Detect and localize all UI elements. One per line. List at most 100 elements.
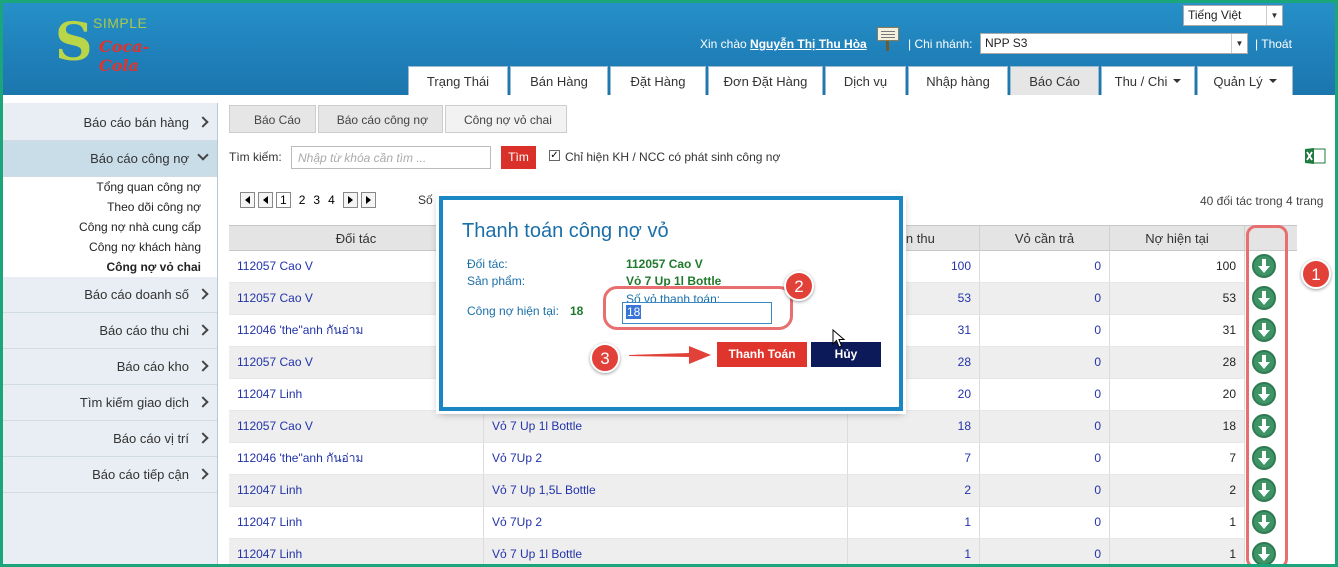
current-debt-cell: 18 <box>1110 411 1245 442</box>
main-nav: Trạng Thái Bán Hàng Đặt Hàng Đơn Đặt Hàn… <box>408 66 1295 95</box>
prev-page-button[interactable] <box>258 192 273 208</box>
payable-cell: 0 <box>980 443 1110 474</box>
sidebar-item-bao-cao-cong-no[interactable]: Báo cáo công nợ <box>3 141 217 177</box>
tab-ban-hang[interactable]: Bán Hàng <box>510 66 608 95</box>
branch-select[interactable]: NPP S3 ▼ <box>980 33 1248 54</box>
sidebar-item-label: Báo cáo công nợ <box>90 151 189 166</box>
sidebar-submenu: Tổng quan công nợ Theo dõi công nợ Công … <box>3 177 217 277</box>
sidebar-subitem-nha-cung-cap[interactable]: Công nợ nhà cung cấp <box>3 217 217 237</box>
receivable-cell: 1 <box>848 539 980 564</box>
logout-link[interactable]: | Thoát <box>1255 37 1292 51</box>
page-number[interactable]: 4 <box>328 193 335 207</box>
mouse-cursor-icon <box>832 329 846 348</box>
partner-cell[interactable]: 112047 Linh <box>229 539 484 564</box>
product-cell[interactable]: Vỏ 7 Up 1l Bottle <box>484 539 848 564</box>
annotation-highlight-input <box>603 286 793 330</box>
current-debt-cell: 1 <box>1110 507 1245 538</box>
table-row: 112057 Cao V Vỏ 7 Up 1l Bottle 18 0 18 <box>229 411 1245 443</box>
partner-cell[interactable]: 112047 Linh <box>229 507 484 538</box>
product-cell[interactable]: Vỏ 7Up 2 <box>484 507 848 538</box>
tab-label: Bán Hàng <box>530 73 588 89</box>
tab-don-dat-hang[interactable]: Đơn Đặt Hàng <box>708 66 823 95</box>
sidebar-item-tiep-can[interactable]: Báo cáo tiếp cận <box>3 457 217 493</box>
search-input[interactable]: Nhập từ khóa cần tìm ... <box>291 146 491 169</box>
filter-checkbox[interactable]: ✓ <box>549 150 560 161</box>
annotation-badge-1: 1 <box>1301 259 1331 289</box>
caret-down-icon <box>1268 79 1277 83</box>
sidebar-subitem-khach-hang[interactable]: Công nợ khách hàng <box>3 237 217 257</box>
partner-cell[interactable]: 112046 'the"anh กันอ่าม <box>229 443 484 474</box>
page-number[interactable]: 1 <box>276 192 291 208</box>
pay-button[interactable]: Thanh Toán <box>717 342 807 367</box>
column-header: Nợ hiện tại <box>1110 226 1245 251</box>
current-debt-cell: 7 <box>1110 443 1245 474</box>
sidebar-subitem-vo-chai[interactable]: Công nợ vỏ chai <box>3 257 217 277</box>
chevron-right-icon <box>197 116 209 128</box>
payable-cell: 0 <box>980 315 1110 346</box>
product-cell[interactable]: Vỏ 7 Up 1,5L Bottle <box>484 475 848 506</box>
tab-bao-cao[interactable]: Báo Cáo <box>1010 66 1099 95</box>
sidebar-subitem-theo-doi[interactable]: Theo dõi công nợ <box>3 197 217 217</box>
search-label: Tìm kiếm: <box>229 150 282 164</box>
sidebar-subitem-tong-quan[interactable]: Tổng quan công nợ <box>3 177 217 197</box>
partner-value: 112057 Cao V <box>626 257 703 271</box>
tab-thu-chi[interactable]: Thu / Chi <box>1101 66 1195 95</box>
simple-coca-cola-logo[interactable]: S SIMPLE Coca-Cola <box>41 11 151 75</box>
caret-down-icon <box>1173 79 1182 83</box>
sidebar: Báo cáo bán hàng Báo cáo công nợ Tổng qu… <box>3 103 218 564</box>
logo-s-mark: S <box>55 12 93 73</box>
greeting: Xin chào Nguyễn Thị Thu Hòa <box>700 37 867 51</box>
chevron-right-icon <box>197 468 209 480</box>
sidebar-item-label: Báo cáo kho <box>116 359 189 374</box>
first-page-button[interactable] <box>240 192 255 208</box>
table-row: 112047 Linh Vỏ 7 Up 1l Bottle 1 0 1 <box>229 539 1245 564</box>
product-cell[interactable]: Vỏ 7 Up 1l Bottle <box>484 411 848 442</box>
sidebar-item-kho[interactable]: Báo cáo kho <box>3 349 217 385</box>
search-button[interactable]: Tìm <box>501 146 536 169</box>
logo-simple-text: SIMPLE <box>93 15 148 31</box>
current-debt-value: 18 <box>570 304 584 318</box>
payable-cell: 0 <box>980 283 1110 314</box>
current-debt-cell: 1 <box>1110 539 1245 564</box>
product-cell[interactable]: Vỏ 7Up 2 <box>484 443 848 474</box>
chevron-right-icon <box>197 432 209 444</box>
tab-dich-vu[interactable]: Dịch vụ <box>825 66 906 95</box>
sidebar-item-tim-kiem-giao-dich[interactable]: Tìm kiếm giao dịch <box>3 385 217 421</box>
tab-trang-thai[interactable]: Trạng Thái <box>408 66 508 95</box>
chevron-down-icon: ▼ <box>1266 6 1282 25</box>
tab-quan-ly[interactable]: Quản Lý <box>1197 66 1293 95</box>
table-row: 112047 Linh Vỏ 7Up 2101 <box>229 507 1245 539</box>
tab-nhap-hang[interactable]: Nhập hàng <box>908 66 1008 95</box>
table-row: 112046 'the"anh กันอ่าม Vỏ 7Up 2707 <box>229 443 1245 475</box>
tab-label: Dịch vụ <box>843 73 888 89</box>
excel-export-icon[interactable] <box>1304 147 1326 165</box>
breadcrumb-item[interactable]: Báo cáo công nợ <box>317 105 443 133</box>
payable-cell: 0 <box>980 475 1110 506</box>
page-number[interactable]: 3 <box>313 193 320 207</box>
last-page-button[interactable] <box>360 192 376 208</box>
sidebar-item-label: Báo cáo doanh số <box>84 287 189 302</box>
tab-dat-hang[interactable]: Đặt Hàng <box>610 66 706 95</box>
signboard-icon[interactable] <box>876 25 900 51</box>
chevron-down-icon: ▼ <box>1231 34 1247 53</box>
language-select[interactable]: Tiếng Việt ▼ <box>1183 5 1283 26</box>
user-name-link[interactable]: Nguyễn Thị Thu Hòa <box>750 37 867 51</box>
sidebar-item-thu-chi[interactable]: Báo cáo thu chi <box>3 313 217 349</box>
sidebar-item-doanh-so[interactable]: Báo cáo doanh số <box>3 277 217 313</box>
partner-cell[interactable]: 112057 Cao V <box>229 411 484 442</box>
sidebar-item-vi-tri[interactable]: Báo cáo vị trí <box>3 421 217 457</box>
tab-label: Nhập hàng <box>926 73 990 89</box>
next-page-button[interactable] <box>342 192 358 208</box>
pagination: 1 2 3 4 <box>240 192 379 208</box>
cancel-button[interactable]: Hủy <box>811 342 881 367</box>
filter-checkbox-label: Chỉ hiện KH / NCC có phát sinh công nợ <box>565 150 781 164</box>
app-frame: S SIMPLE Coca-Cola Tiếng Việt ▼ Xin chào… <box>0 0 1338 567</box>
partner-label: Đối tác: <box>467 257 508 271</box>
sidebar-item-bao-cao-ban-hang[interactable]: Báo cáo bán hàng <box>3 105 217 141</box>
page-number[interactable]: 2 <box>299 193 306 207</box>
tab-label: Báo Cáo <box>1029 73 1080 89</box>
chevron-right-icon <box>197 396 209 408</box>
breadcrumb-item[interactable]: Báo Cáo <box>229 105 316 133</box>
partner-cell[interactable]: 112047 Linh <box>229 475 484 506</box>
table-row: 112047 Linh Vỏ 7 Up 1,5L Bottle 2 0 2 <box>229 475 1245 507</box>
